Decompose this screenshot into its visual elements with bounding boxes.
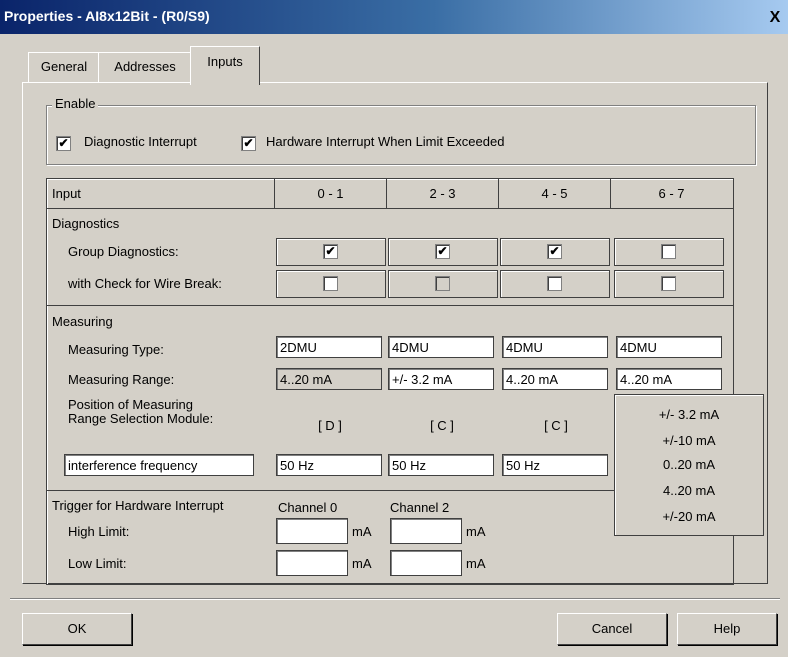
wire-break-checkbox-0-1[interactable] (323, 276, 338, 291)
tab-general[interactable]: General (28, 52, 100, 83)
low-limit-ch2-input[interactable] (390, 550, 462, 576)
measuring-range-2-3[interactable]: +/- 3.2 mA (388, 368, 494, 390)
cancel-button[interactable]: Cancel (557, 613, 667, 645)
enable-legend: Enable (52, 96, 99, 111)
measuring-range-label: Measuring Range: (68, 372, 175, 387)
input-header: Input (52, 186, 81, 201)
wire-break-checkbox-2-3 (435, 276, 450, 291)
tab-addresses[interactable]: Addresses (98, 52, 192, 83)
measuring-title: Measuring (52, 314, 113, 329)
position-2-3: [ C ] (430, 418, 454, 433)
measuring-range-dropdown-list: +/- 3.2 mA +/-10 mA 0..20 mA 4..20 mA +/… (614, 394, 764, 536)
high-limit-ch0-unit: mA (352, 524, 372, 539)
row-divider (46, 208, 734, 209)
dropdown-option[interactable]: +/-10 mA (615, 433, 763, 448)
low-limit-label: Low Limit: (68, 556, 127, 571)
channel-0-label: Channel 0 (278, 500, 338, 515)
channel-header-6-7: 6 - 7 (658, 186, 685, 201)
dropdown-option[interactable]: +/- 3.2 mA (615, 407, 763, 422)
measuring-type-4-5[interactable]: 4DMU (502, 336, 608, 358)
group-diag-checkbox-2-3[interactable]: ✔ (435, 244, 450, 259)
frequency-4-5[interactable]: 50 Hz (502, 454, 608, 476)
row-divider (46, 305, 734, 306)
high-limit-ch2-input[interactable] (390, 518, 462, 544)
frequency-2-3[interactable]: 50 Hz (388, 454, 494, 476)
group-diagnostics-label: Group Diagnostics: (68, 244, 179, 259)
dropdown-option[interactable]: 4..20 mA (615, 483, 763, 498)
wire-break-checkbox-6-7[interactable] (661, 276, 676, 291)
low-limit-ch0-unit: mA (352, 556, 372, 571)
wire-break-label: with Check for Wire Break: (68, 276, 222, 291)
diagnostic-interrupt-label: Diagnostic Interrupt (84, 134, 197, 149)
channel-header-2-3: 2 - 3 (429, 186, 456, 201)
help-button[interactable]: Help (677, 613, 777, 645)
dropdown-option[interactable]: 0..20 mA (615, 457, 763, 472)
footer-divider-highlight (10, 599, 780, 600)
measuring-range-4-5[interactable]: 4..20 mA (502, 368, 608, 390)
measuring-type-label: Measuring Type: (68, 342, 164, 357)
measuring-type-0-1[interactable]: 2DMU (276, 336, 382, 358)
channel-header-4-5: 4 - 5 (541, 186, 568, 201)
position-4-5: [ C ] (544, 418, 568, 433)
interference-frequency-select[interactable]: interference frequency (64, 454, 254, 476)
position-label-2: Range Selection Module: (68, 411, 214, 426)
dropdown-option[interactable]: +/-20 mA (615, 509, 763, 524)
diagnostic-interrupt-checkbox[interactable]: ✔ (56, 136, 71, 151)
measuring-range-0-1: 4..20 mA (276, 368, 382, 390)
hardware-interrupt-label: Hardware Interrupt When Limit Exceeded (266, 134, 505, 149)
low-limit-ch0-input[interactable] (276, 550, 348, 576)
diagnostics-title: Diagnostics (52, 216, 120, 231)
trigger-title: Trigger for Hardware Interrupt (52, 498, 224, 513)
hardware-interrupt-checkbox[interactable]: ✔ (241, 136, 256, 151)
measuring-range-6-7[interactable]: 4..20 mA (616, 368, 722, 390)
high-limit-label: High Limit: (68, 524, 130, 539)
frequency-0-1[interactable]: 50 Hz (276, 454, 382, 476)
measuring-type-6-7[interactable]: 4DMU (616, 336, 722, 358)
channel-2-label: Channel 2 (390, 500, 450, 515)
close-button[interactable]: X (764, 8, 786, 28)
channel-header-0-1: 0 - 1 (317, 186, 344, 201)
tab-inputs[interactable]: Inputs (190, 46, 260, 85)
wire-break-checkbox-4-5[interactable] (547, 276, 562, 291)
group-diag-checkbox-0-1[interactable]: ✔ (323, 244, 338, 259)
high-limit-ch2-unit: mA (466, 524, 486, 539)
low-limit-ch2-unit: mA (466, 556, 486, 571)
group-diag-checkbox-6-7[interactable] (661, 244, 676, 259)
group-diag-checkbox-4-5[interactable]: ✔ (547, 244, 562, 259)
measuring-type-2-3[interactable]: 4DMU (388, 336, 494, 358)
window-title: Properties - AI8x12Bit - (R0/S9) (4, 8, 210, 24)
position-label-1: Position of Measuring (68, 397, 194, 412)
position-0-1: [ D ] (318, 418, 342, 433)
ok-button[interactable]: OK (22, 613, 132, 645)
high-limit-ch0-input[interactable] (276, 518, 348, 544)
